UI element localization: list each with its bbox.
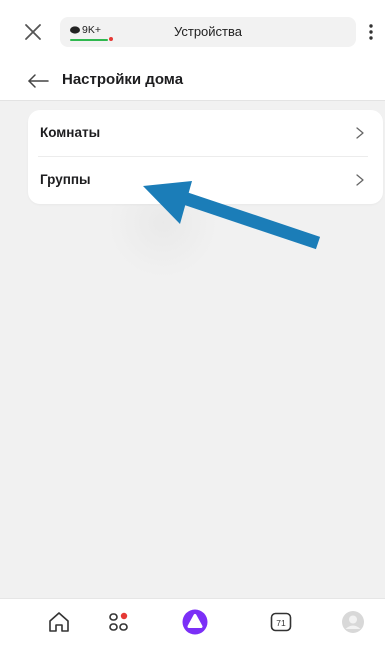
close-button[interactable] — [22, 21, 44, 43]
more-vertical-icon — [369, 24, 373, 40]
alice-icon — [182, 609, 208, 635]
nav-home[interactable] — [46, 609, 72, 635]
profile-icon — [342, 611, 364, 633]
chevron-right-icon — [356, 174, 364, 186]
page-header: Настройки дома — [0, 62, 385, 100]
more-button[interactable] — [365, 21, 377, 43]
close-icon — [25, 24, 41, 40]
nav-services[interactable] — [106, 609, 132, 635]
calendar-count: 71 — [276, 618, 286, 628]
services-icon — [109, 612, 128, 631]
back-button[interactable] — [26, 71, 52, 91]
nav-profile[interactable] — [340, 609, 366, 635]
menu-item-label: Группы — [40, 172, 91, 187]
menu-item-rooms[interactable]: Комнаты — [28, 110, 383, 156]
tab-title: Устройства — [173, 24, 242, 39]
home-settings-card: Комнаты Группы — [28, 110, 383, 204]
home-icon — [49, 612, 69, 632]
top-bar: 9K+ Устройства — [0, 0, 385, 62]
address-pill[interactable]: 9K+ Устройства — [60, 17, 356, 47]
system-bar — [0, 643, 385, 655]
nav-calendar[interactable]: 71 — [268, 609, 294, 635]
chevron-right-icon — [356, 127, 364, 139]
menu-item-groups[interactable]: Группы — [28, 157, 383, 203]
page-title: Настройки дома — [62, 71, 184, 88]
header-divider — [0, 100, 385, 101]
bottom-navigation: 71 — [0, 598, 385, 644]
arrow-left-icon — [28, 74, 49, 88]
badge-underline — [70, 39, 108, 41]
menu-item-label: Комнаты — [40, 125, 101, 140]
calendar-icon: 71 — [270, 612, 292, 632]
nav-alice[interactable] — [180, 607, 210, 637]
